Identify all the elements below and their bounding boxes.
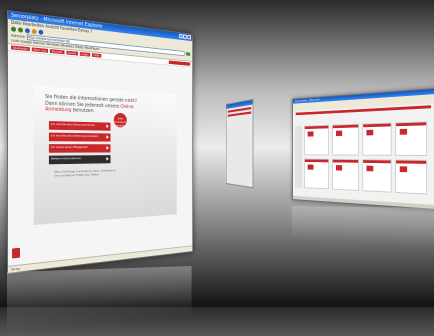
tile-header	[304, 159, 329, 163]
site-search-box[interactable]	[168, 60, 191, 66]
nav-tab-contact[interactable]: Kontakt	[49, 49, 65, 55]
tile[interactable]	[362, 122, 392, 156]
tile[interactable]	[332, 123, 360, 156]
tile-icon	[366, 165, 374, 172]
home-icon[interactable]	[31, 28, 37, 35]
nav-tab-help[interactable]: Hilfe	[91, 53, 102, 58]
tile[interactable]	[395, 159, 428, 195]
help-note: Wenn Sie Fragen zur Nutzung haben, konta…	[54, 168, 116, 178]
back-window-reflection	[291, 205, 434, 248]
option-button-offer[interactable]: Ich möchte eine Wohnung anbieten	[48, 132, 111, 142]
tile-icon	[307, 131, 314, 137]
tile-header	[332, 124, 359, 129]
forward-icon[interactable]	[18, 27, 23, 33]
main-content-panel: Sie finden die Informationen gerade nich…	[33, 85, 177, 225]
nav-tab-about[interactable]: Über uns	[31, 47, 49, 53]
nav-tab-login[interactable]: Login	[79, 51, 91, 57]
headline-text-end: benutzen.	[71, 107, 95, 114]
tile[interactable]	[395, 121, 428, 156]
option-button-care[interactable]: Ich suche einen Pflegeplatz	[48, 144, 111, 153]
tile-icon	[399, 128, 408, 135]
tile-icon	[335, 130, 343, 137]
desktop-stage: Seniorplatz - Microsoft Internet Explore…	[0, 0, 434, 332]
nav-tab-home[interactable]: Startseite	[11, 45, 30, 52]
tile[interactable]	[362, 159, 392, 193]
tile-header	[304, 125, 329, 130]
front-browser-window: Seniorplatz - Microsoft Internet Explore…	[7, 10, 193, 274]
nav-tab-search[interactable]: Suche	[66, 50, 78, 56]
page-headline: Sie finden die Informationen gerade nich…	[45, 94, 139, 116]
tile-header	[363, 160, 391, 164]
middle-browser-window[interactable]	[226, 98, 254, 189]
back-icon[interactable]	[11, 26, 17, 32]
arrow-right-icon	[106, 156, 109, 161]
tile[interactable]	[304, 124, 330, 156]
tile-header	[332, 159, 359, 163]
option-button-info[interactable]: Weitere Informationen	[48, 155, 111, 165]
window-controls	[178, 33, 191, 40]
tile[interactable]	[332, 158, 360, 191]
refresh-icon[interactable]	[24, 28, 30, 34]
signup-badge[interactable]: Jetzt kostenlos anmelden	[113, 112, 127, 128]
option-label: Ich möchte eine Wohnung anbieten	[50, 133, 99, 138]
tile-header	[396, 160, 427, 164]
tile-icon	[399, 166, 408, 173]
maximize-icon[interactable]	[183, 34, 187, 39]
site-logo	[12, 247, 21, 259]
option-label: Ich möchte eine Wohnung finden	[50, 122, 96, 127]
window-title: Seniorplatz - Übersicht	[295, 97, 320, 103]
front-window-reflection	[7, 265, 192, 332]
tile-header	[363, 123, 391, 128]
tile[interactable]	[304, 158, 330, 190]
back-browser-window[interactable]: Seniorplatz - Übersicht	[292, 88, 434, 210]
arrow-right-icon	[106, 135, 109, 139]
tile-grid	[304, 121, 428, 195]
arrow-right-icon	[106, 146, 109, 150]
sidebar	[295, 125, 303, 188]
minimize-icon[interactable]	[178, 33, 183, 39]
web-page: Startseite Über uns Kontakt Suche Login …	[8, 44, 193, 267]
search-icon[interactable]	[38, 29, 44, 35]
header-strip	[227, 111, 252, 117]
option-button-find[interactable]: Ich möchte eine Wohnung finden	[48, 121, 111, 131]
tile-icon	[335, 165, 343, 171]
option-label: Ich suche einen Pflegeplatz	[50, 145, 88, 149]
tile-icon	[307, 164, 314, 170]
option-list: Ich möchte eine Wohnung finden Ich möcht…	[48, 121, 111, 167]
arrow-right-icon	[106, 124, 109, 129]
web-page	[292, 103, 434, 205]
close-icon[interactable]	[187, 34, 191, 40]
option-label: Weitere Informationen	[50, 156, 82, 161]
go-button[interactable]	[185, 52, 191, 56]
tile-icon	[366, 129, 374, 136]
tile-header	[396, 122, 427, 127]
